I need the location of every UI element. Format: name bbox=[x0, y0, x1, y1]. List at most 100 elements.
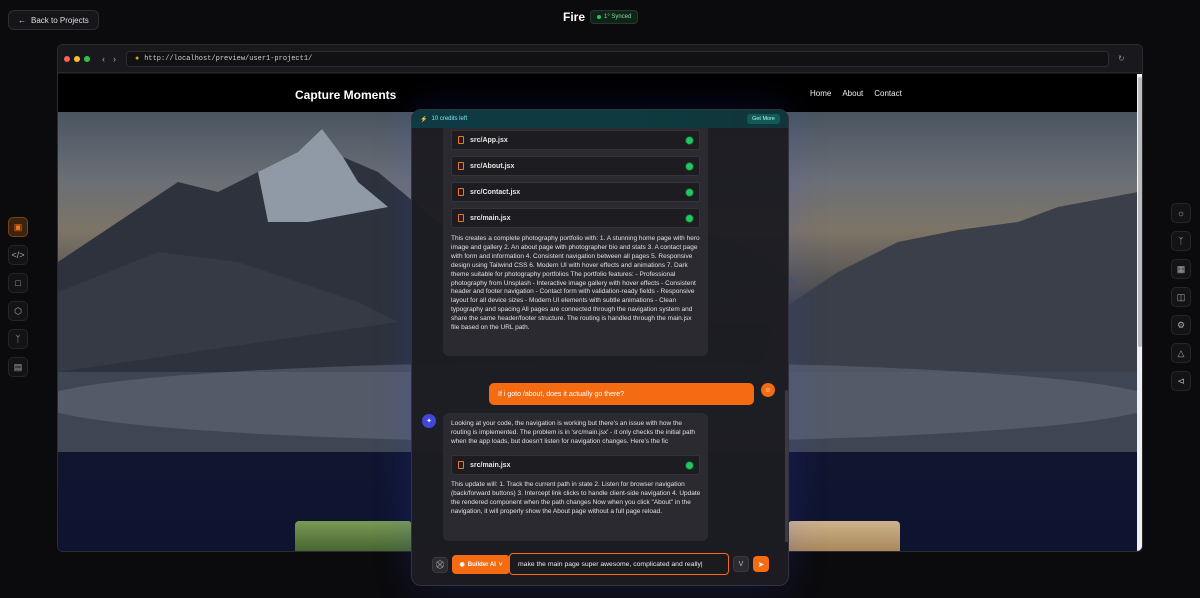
bolt-icon: ⚡ bbox=[420, 116, 428, 123]
theme-button[interactable]: ☼ bbox=[1171, 203, 1191, 223]
version-button[interactable]: V bbox=[733, 556, 749, 572]
sync-dot-icon bbox=[597, 15, 601, 19]
cube-icon: ⬡ bbox=[14, 305, 22, 316]
test-button[interactable]: △ bbox=[1171, 343, 1191, 363]
gallery-image[interactable] bbox=[295, 521, 412, 551]
sync-status-badge: 1° Synced bbox=[590, 10, 639, 24]
model-selector[interactable]: ◉ Builder AI ˅ bbox=[452, 555, 510, 574]
user-avatar: ☺ bbox=[761, 383, 775, 397]
credits-bar: ⚡ 10 credits left Get More bbox=[412, 110, 788, 128]
branch-icon: ᛉ bbox=[15, 334, 21, 344]
window-controls bbox=[64, 55, 90, 62]
share-button[interactable]: ⊲ bbox=[1171, 371, 1191, 391]
ai-message: src/App.jsx src/About.jsx src/Contact.js… bbox=[443, 128, 708, 356]
back-to-projects-button[interactable]: ← Back to Projects bbox=[8, 10, 99, 30]
file-chip[interactable]: src/main.jsx bbox=[451, 455, 700, 475]
get-more-button[interactable]: Get More bbox=[747, 114, 780, 124]
site-brand[interactable]: Capture Moments bbox=[295, 88, 396, 102]
lock-icon: ● bbox=[135, 54, 140, 63]
branch-icon: ᛉ bbox=[1178, 236, 1184, 246]
file-name: src/App.jsx bbox=[470, 136, 508, 144]
send-button[interactable]: ➤ bbox=[753, 556, 769, 572]
preview-button[interactable]: ▣ bbox=[8, 217, 28, 237]
attach-button[interactable]: ⛒ bbox=[432, 557, 448, 573]
chevron-left-icon[interactable]: ‹ bbox=[102, 54, 105, 64]
file-icon bbox=[458, 188, 464, 196]
chat-messages: src/App.jsx src/About.jsx src/Contact.js… bbox=[412, 128, 788, 542]
file-name: src/Contact.jsx bbox=[470, 188, 521, 196]
chat-composer: ⛒ ◉ Builder AI ˅ make the main page supe… bbox=[412, 542, 788, 585]
check-icon bbox=[686, 189, 693, 196]
user-icon: ☺ bbox=[764, 386, 772, 394]
check-icon bbox=[686, 137, 693, 144]
check-icon bbox=[686, 215, 693, 222]
back-label: Back to Projects bbox=[31, 15, 89, 25]
files-button[interactable]: □ bbox=[8, 273, 28, 293]
send-icon: ➤ bbox=[757, 559, 765, 569]
file-name: src/main.jsx bbox=[470, 214, 511, 222]
browser-chrome: ‹ › ● http://localhost/preview/user1-pro… bbox=[58, 45, 1142, 73]
code-icon: </> bbox=[11, 250, 25, 260]
file-icon bbox=[458, 461, 464, 469]
chat-scrollbar[interactable] bbox=[785, 390, 788, 542]
scrollbar-thumb[interactable] bbox=[1138, 77, 1142, 347]
minimize-dot-icon[interactable] bbox=[74, 55, 80, 62]
folder-icon: □ bbox=[15, 278, 21, 288]
share-icon: ⊲ bbox=[1177, 375, 1185, 386]
branch-button[interactable]: ᛉ bbox=[1171, 231, 1191, 251]
sync-label: 1° Synced bbox=[604, 14, 632, 20]
url-bar[interactable]: ● http://localhost/preview/user1-project… bbox=[126, 50, 1109, 67]
right-sidebar: ☼ ᛉ ▦ ◫ ⚙ △ ⊲ bbox=[1171, 203, 1191, 399]
file-icon bbox=[458, 136, 464, 144]
code-button[interactable]: </> bbox=[8, 245, 28, 265]
file-chip[interactable]: src/main.jsx bbox=[451, 208, 700, 228]
check-icon bbox=[686, 462, 693, 469]
file-icon bbox=[458, 214, 464, 222]
reload-icon[interactable]: ↻ bbox=[1118, 54, 1125, 63]
layout-icon: ◫ bbox=[1176, 291, 1186, 302]
file-chip[interactable]: src/Contact.jsx bbox=[451, 182, 700, 202]
nav-link-home[interactable]: Home bbox=[810, 89, 831, 98]
gallery-image[interactable] bbox=[788, 521, 900, 551]
ai-avatar: ✦ bbox=[422, 414, 436, 428]
sparkle-icon: ✦ bbox=[426, 418, 432, 425]
nav-link-contact[interactable]: Contact bbox=[874, 89, 902, 98]
ai-followup-text: This update will: 1. Track the current p… bbox=[451, 481, 701, 515]
browser-nav: ‹ › bbox=[102, 54, 116, 64]
docs-button[interactable]: ▤ bbox=[8, 357, 28, 377]
url-text: http://localhost/preview/user1-project1/ bbox=[144, 54, 313, 63]
close-dot-icon[interactable] bbox=[64, 55, 70, 62]
flask-icon: △ bbox=[1177, 347, 1185, 358]
ai-summary-text: This creates a complete photography port… bbox=[451, 235, 700, 332]
model-label: Builder AI bbox=[467, 561, 496, 568]
user-message: If i goto /about, does it actually go th… bbox=[489, 383, 754, 405]
image-icon: ▦ bbox=[1176, 263, 1186, 274]
paperclip-icon: ⛒ bbox=[435, 560, 445, 569]
file-chip[interactable]: src/App.jsx bbox=[451, 130, 700, 150]
chat-panel: ⚡ 10 credits left Get More src/App.jsx s… bbox=[411, 109, 789, 586]
v-label: V bbox=[738, 560, 744, 568]
components-button[interactable]: ⬡ bbox=[8, 301, 28, 321]
git-button[interactable]: ᛉ bbox=[8, 329, 28, 349]
model-icon: ◉ bbox=[459, 562, 465, 568]
prompt-input[interactable]: make the main page super awesome, compli… bbox=[509, 553, 729, 575]
file-chip[interactable]: src/About.jsx bbox=[451, 156, 700, 176]
ai-reply-text: Looking at your code, the navigation is … bbox=[451, 420, 696, 445]
layout-button[interactable]: ◫ bbox=[1171, 287, 1191, 307]
site-navbar: Capture Moments Home About Contact bbox=[58, 74, 1138, 112]
maximize-dot-icon[interactable] bbox=[84, 55, 90, 62]
site-nav-links: Home About Contact bbox=[810, 89, 902, 98]
gear-icon: ⚙ bbox=[1176, 319, 1186, 330]
prompt-value: make the main page super awesome, compli… bbox=[518, 560, 701, 568]
file-icon bbox=[458, 162, 464, 170]
credits-label: 10 credits left bbox=[431, 116, 468, 122]
image-button[interactable]: ▦ bbox=[1171, 259, 1191, 279]
ai-message: Looking at your code, the navigation is … bbox=[443, 413, 708, 541]
file-name: src/main.jsx bbox=[470, 461, 511, 469]
preview-scrollbar[interactable] bbox=[1137, 74, 1142, 551]
settings-button[interactable]: ⚙ bbox=[1171, 315, 1191, 335]
chevron-right-icon[interactable]: › bbox=[113, 54, 116, 64]
nav-link-about[interactable]: About bbox=[842, 89, 863, 98]
left-sidebar: ▣ </> □ ⬡ ᛉ ▤ bbox=[8, 217, 28, 385]
project-title: Fire bbox=[563, 10, 586, 24]
